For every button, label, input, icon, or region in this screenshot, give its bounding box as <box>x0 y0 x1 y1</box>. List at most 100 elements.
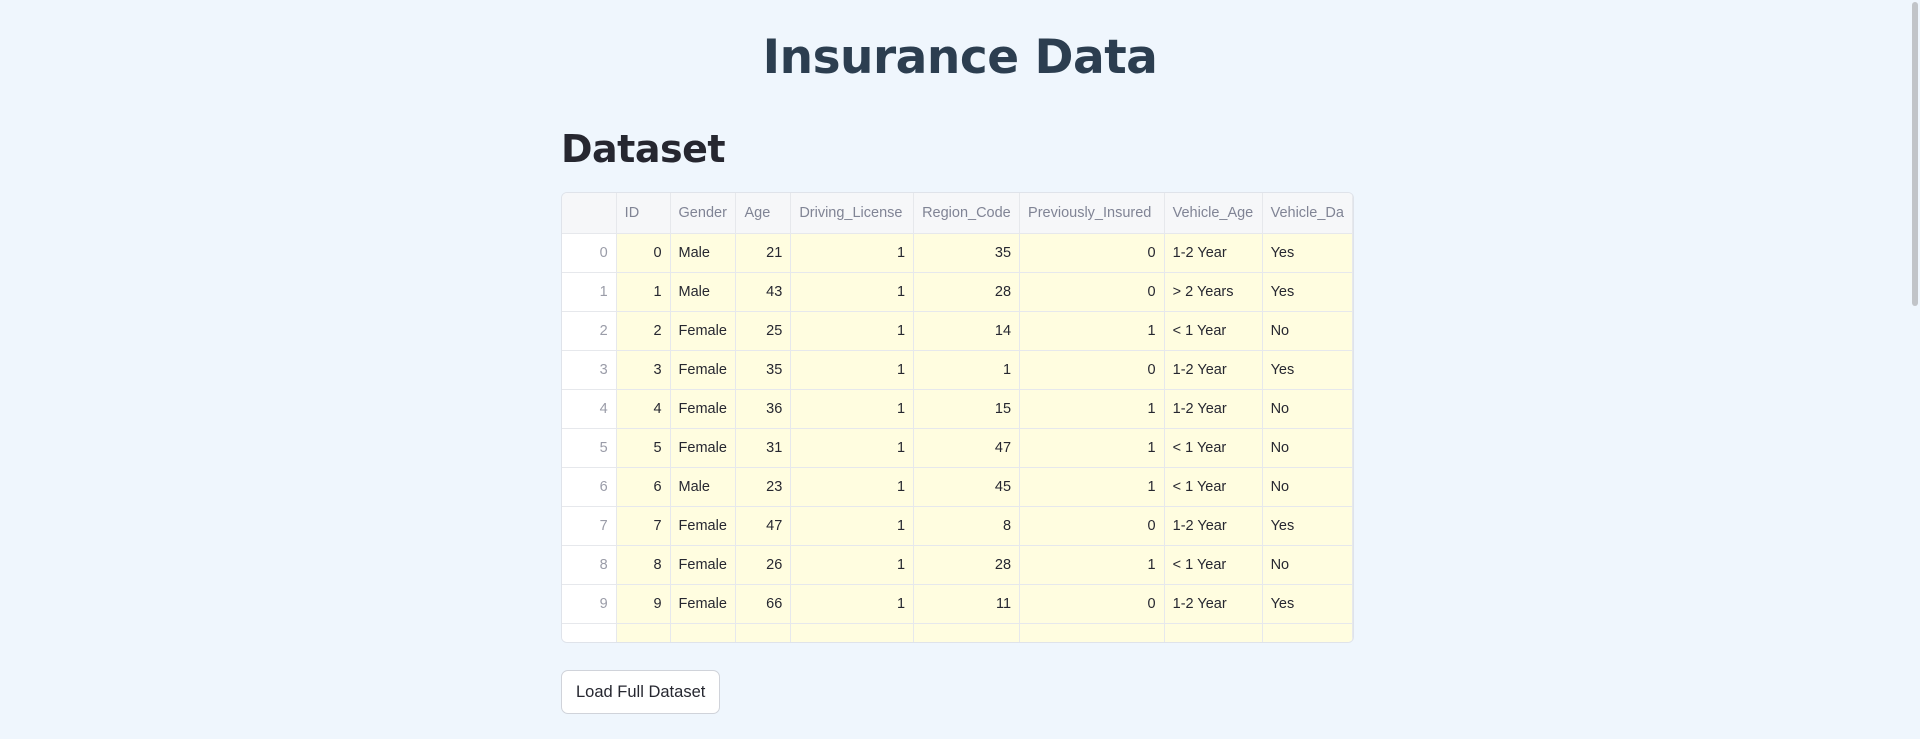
table-cell[interactable]: Yes <box>1262 350 1353 390</box>
row-index-cell[interactable]: 3 <box>562 350 617 390</box>
table-cell[interactable]: Female <box>670 350 737 390</box>
table-cell[interactable]: 4 <box>616 389 671 429</box>
table-cell[interactable]: 1 <box>1019 467 1165 507</box>
table-cell[interactable]: 7 <box>616 506 671 546</box>
table-cell[interactable]: 25 <box>735 311 792 351</box>
table-cell[interactable]: No <box>1262 545 1353 585</box>
table-cell[interactable]: Yes <box>1262 584 1353 624</box>
table-cell[interactable]: 1 <box>790 545 915 585</box>
table-cell[interactable]: Female <box>670 506 737 546</box>
table-cell[interactable]: 47 <box>913 428 1021 468</box>
row-index-cell[interactable]: 5 <box>562 428 617 468</box>
load-full-dataset-button[interactable]: Load Full Dataset <box>561 670 721 714</box>
column-header[interactable]: Vehicle_Da <box>1262 193 1353 234</box>
table-cell[interactable]: 14 <box>913 311 1021 351</box>
column-header[interactable]: Driving_License <box>790 193 915 234</box>
table-cell[interactable]: No <box>1262 467 1353 507</box>
row-index-cell[interactable]: 0 <box>562 233 617 273</box>
column-header[interactable]: Vehicle_Age <box>1164 193 1263 234</box>
table-cell[interactable]: 47 <box>735 506 792 546</box>
table-cell[interactable]: Male <box>670 467 737 507</box>
table-cell[interactable]: 1 <box>790 389 915 429</box>
table-cell[interactable]: 45 <box>913 467 1021 507</box>
table-cell[interactable]: 35 <box>735 350 792 390</box>
table-cell[interactable]: 1 <box>790 467 915 507</box>
table-cell[interactable]: Yes <box>1262 233 1353 273</box>
table-cell[interactable]: Female <box>670 584 737 624</box>
row-index-cell[interactable]: 2 <box>562 311 617 351</box>
table-cell[interactable]: 9 <box>616 584 671 624</box>
table-cell[interactable]: 31 <box>735 428 792 468</box>
table-cell[interactable]: No <box>1262 428 1353 468</box>
table-cell[interactable]: Yes <box>1262 272 1353 312</box>
row-index-cell[interactable]: 1 <box>562 272 617 312</box>
table-cell[interactable]: 2 <box>616 311 671 351</box>
table-cell[interactable]: 1 <box>790 506 915 546</box>
table-cell[interactable]: Female <box>670 428 737 468</box>
table-cell[interactable]: 23 <box>735 467 792 507</box>
index-header[interactable] <box>562 193 617 234</box>
table-cell[interactable]: 11 <box>913 584 1021 624</box>
table-cell[interactable]: 1 <box>790 233 915 273</box>
table-cell[interactable]: < 1 Year <box>1164 545 1263 585</box>
row-index-cell[interactable]: 4 <box>562 389 617 429</box>
table-cell[interactable]: < 1 Year <box>1164 467 1263 507</box>
table-cell[interactable]: Female <box>670 389 737 429</box>
column-header[interactable]: ID <box>616 193 671 234</box>
dataframe-grid[interactable]: ID Gender Age Driving_License Region_Code Pre… <box>561 192 1354 643</box>
table-cell[interactable]: 1 <box>790 272 915 312</box>
table-cell[interactable]: Male <box>670 233 737 273</box>
row-index-cell[interactable]: 7 <box>562 506 617 546</box>
row-index-cell[interactable]: 9 <box>562 584 617 624</box>
table-cell[interactable]: 1-2 Year <box>1164 506 1263 546</box>
table-cell[interactable]: Female <box>670 545 737 585</box>
table-cell[interactable]: 43 <box>735 272 792 312</box>
column-header[interactable]: Region_Code <box>913 193 1021 234</box>
table-cell[interactable]: 8 <box>913 506 1021 546</box>
table-cell[interactable]: 36 <box>735 389 792 429</box>
table-cell[interactable]: 1 <box>1019 428 1165 468</box>
table-cell[interactable]: 1-2 Year <box>1164 233 1263 273</box>
table-cell[interactable]: 1-2 Year <box>1164 584 1263 624</box>
page-scrollbar[interactable] <box>1910 0 1920 739</box>
table-cell[interactable]: 15 <box>913 389 1021 429</box>
table-cell[interactable]: 28 <box>913 272 1021 312</box>
table-cell[interactable]: Female <box>670 311 737 351</box>
scrollbar-thumb[interactable] <box>1912 2 1918 306</box>
table-cell[interactable]: 3 <box>616 350 671 390</box>
table-cell[interactable]: 0 <box>1019 233 1165 273</box>
table-cell[interactable]: 8 <box>616 545 671 585</box>
table-cell[interactable]: 66 <box>735 584 792 624</box>
row-index-cell[interactable]: 8 <box>562 545 617 585</box>
table-cell[interactable]: 1 <box>1019 545 1165 585</box>
table-cell[interactable]: 21 <box>735 233 792 273</box>
column-header[interactable]: Previously_Insured <box>1019 193 1165 234</box>
table-cell[interactable]: 0 <box>1019 506 1165 546</box>
table-cell[interactable]: 0 <box>1019 272 1165 312</box>
row-index-cell[interactable]: 6 <box>562 467 617 507</box>
table-cell[interactable]: 35 <box>913 233 1021 273</box>
table-cell[interactable]: 28 <box>913 545 1021 585</box>
table-cell[interactable]: 1 <box>1019 311 1165 351</box>
table-cell[interactable]: 26 <box>735 545 792 585</box>
table-cell[interactable]: 1-2 Year <box>1164 350 1263 390</box>
column-header[interactable]: Gender <box>670 193 737 234</box>
table-cell[interactable]: 1 <box>790 584 915 624</box>
table-cell[interactable]: Male <box>670 272 737 312</box>
table-cell[interactable]: > 2 Years <box>1164 272 1263 312</box>
table-cell[interactable]: < 1 Year <box>1164 311 1263 351</box>
column-header[interactable]: Age <box>735 193 792 234</box>
table-cell[interactable]: No <box>1262 389 1353 429</box>
table-cell[interactable]: 1 <box>1019 389 1165 429</box>
table-cell[interactable]: 5 <box>616 428 671 468</box>
table-cell[interactable]: 0 <box>1019 584 1165 624</box>
table-cell[interactable]: 1 <box>790 428 915 468</box>
table-cell[interactable]: < 1 Year <box>1164 428 1263 468</box>
table-cell[interactable]: 1 <box>913 350 1021 390</box>
table-cell[interactable]: 6 <box>616 467 671 507</box>
table-cell[interactable]: 1 <box>790 350 915 390</box>
table-cell[interactable]: 1 <box>616 272 671 312</box>
table-cell[interactable]: 1 <box>790 311 915 351</box>
table-cell[interactable]: Yes <box>1262 506 1353 546</box>
table-cell[interactable]: 0 <box>616 233 671 273</box>
